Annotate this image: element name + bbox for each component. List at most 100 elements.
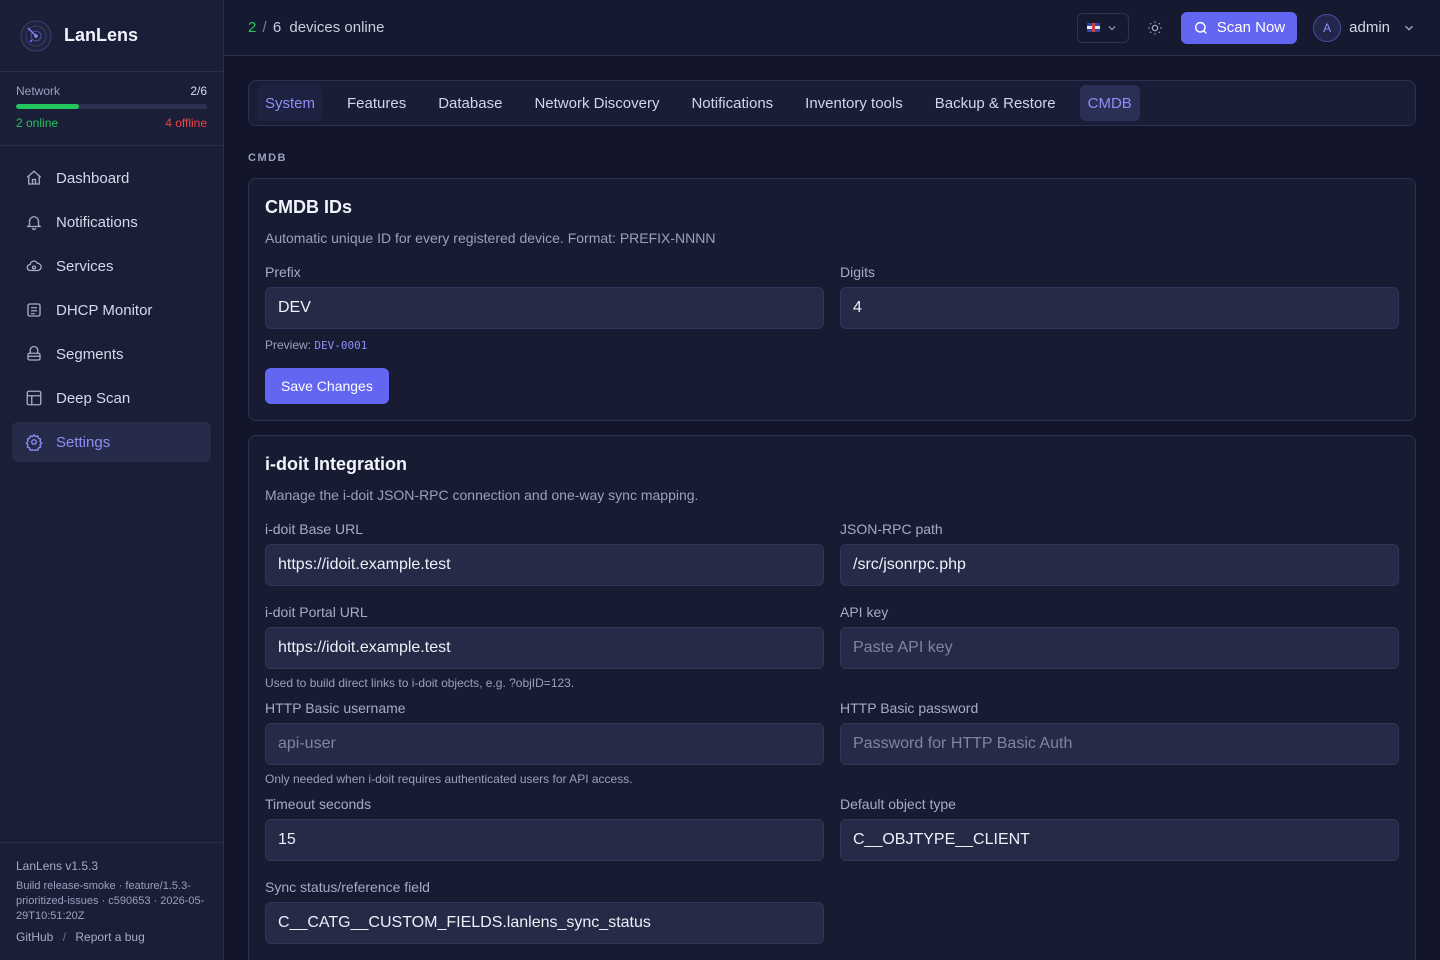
- preview-label: Preview:: [265, 338, 312, 352]
- network-count: 2/6: [190, 84, 207, 98]
- chevron-down-icon: [1108, 25, 1116, 30]
- card-title: CMDB IDs: [265, 197, 353, 217]
- tab-cmdb[interactable]: CMDB: [1079, 85, 1140, 121]
- save-changes-button[interactable]: Save Changes: [265, 368, 389, 404]
- timeout-input[interactable]: 15: [265, 819, 824, 861]
- language-selector[interactable]: [1076, 12, 1129, 43]
- card-description: Manage the i-doit JSON-RPC connection an…: [265, 487, 699, 503]
- cmdb-ids-card: CMDB IDs Automatic unique ID for every r…: [248, 178, 1416, 421]
- network-label: Network: [16, 84, 61, 98]
- online-devices-count: 2: [248, 19, 257, 36]
- sidebar-item-services[interactable]: Services: [12, 246, 211, 286]
- sidebar-item-label: Services: [56, 257, 114, 275]
- devices-online-status: 2 / 6 devices online: [248, 19, 1077, 36]
- sidebar-item-label: Dashboard: [56, 169, 130, 187]
- topbar: 2 / 6 devices online Scan Now A admin: [224, 0, 1440, 56]
- sidebar-item-segments[interactable]: Segments: [12, 334, 211, 374]
- search-icon: [1194, 21, 1207, 34]
- card-description: Automatic unique ID for every registered…: [265, 230, 716, 246]
- digits-label: Digits: [840, 264, 876, 280]
- tab-system[interactable]: System: [257, 85, 324, 121]
- network-summary: Network 2/6 2 online 4 offline: [0, 72, 223, 146]
- prefix-input[interactable]: DEV: [265, 287, 824, 329]
- app-name: LanLens: [64, 25, 139, 45]
- api-key-label: API key: [840, 604, 889, 620]
- online-count: 2 online: [16, 116, 59, 130]
- http-pass-input[interactable]: Password for HTTP Basic Auth: [840, 723, 1399, 765]
- timeout-field-group: Timeout seconds 15: [265, 796, 824, 861]
- portal-url-label: i-doit Portal URL: [265, 604, 368, 620]
- radar-logo-icon: [20, 20, 52, 51]
- http-user-input[interactable]: api-user: [265, 723, 824, 765]
- report-bug-link[interactable]: Report a bug: [75, 930, 144, 944]
- base-url-input[interactable]: https://idoit.example.test: [265, 544, 824, 586]
- portal-url-input[interactable]: https://idoit.example.test: [265, 627, 824, 669]
- user-menu[interactable]: A admin: [1313, 13, 1416, 42]
- object-type-input[interactable]: C__OBJTYPE__CLIENT: [840, 819, 1399, 861]
- sidebar-item-notifications[interactable]: Notifications: [12, 202, 211, 242]
- digits-field-group: Digits 4: [840, 264, 1399, 329]
- home-icon: [24, 168, 44, 188]
- theme-toggle[interactable]: [1143, 16, 1167, 40]
- rpc-path-input[interactable]: /src/jsonrpc.php: [840, 544, 1399, 586]
- card-title: i-doit Integration: [265, 454, 407, 474]
- idoit-integration-card: i-doit Integration Manage the i-doit JSO…: [248, 435, 1416, 960]
- deep-scan-icon: [24, 388, 44, 408]
- rpc-path-field-group: JSON-RPC path /src/jsonrpc.php: [840, 521, 1399, 586]
- portal-url-hint: Used to build direct links to i-doit obj…: [265, 676, 575, 690]
- offline-count: 4 offline: [165, 116, 207, 130]
- http-user-label: HTTP Basic username: [265, 700, 406, 716]
- section-label: CMDB: [248, 152, 287, 164]
- base-url-label: i-doit Base URL: [265, 521, 364, 537]
- segments-icon: [24, 344, 44, 364]
- footer-links: GitHub / Report a bug: [16, 930, 145, 944]
- sidebar-item-label: Deep Scan: [56, 389, 131, 407]
- sidebar-item-settings[interactable]: Settings: [12, 422, 211, 462]
- digits-input[interactable]: 4: [840, 287, 1399, 329]
- api-key-field-group: API key Paste API key: [840, 604, 1399, 690]
- scan-now-label: Scan Now: [1216, 19, 1286, 36]
- sync-field-group: Sync status/reference field C__CATG__CUS…: [265, 879, 824, 944]
- total-devices-count: 6: [272, 19, 282, 36]
- chevron-down-icon: [1405, 25, 1413, 31]
- tab-network-discovery[interactable]: Network Discovery: [526, 85, 667, 121]
- sidebar-item-label: Segments: [56, 345, 124, 363]
- brand[interactable]: LanLens: [0, 0, 223, 72]
- gear-icon: [24, 432, 44, 452]
- devices-online-label: devices online: [289, 19, 385, 36]
- scan-now-button[interactable]: Scan Now: [1180, 11, 1298, 44]
- sidebar-item-dashboard[interactable]: Dashboard: [12, 158, 211, 198]
- rpc-path-label: JSON-RPC path: [840, 521, 943, 537]
- api-key-input[interactable]: Paste API key: [840, 627, 1399, 669]
- prefix-field-group: Prefix DEV: [265, 264, 824, 329]
- http-pass-label: HTTP Basic password: [840, 700, 979, 716]
- sidebar-item-label: DHCP Monitor: [56, 301, 153, 319]
- avatar: A: [1313, 13, 1342, 42]
- tab-database[interactable]: Database: [430, 85, 510, 121]
- sidebar-item-deep-scan[interactable]: Deep Scan: [12, 378, 211, 418]
- object-type-label: Default object type: [840, 796, 956, 812]
- build-info: Build release-smoke · feature/1.5.3-prio…: [16, 880, 205, 922]
- timeout-label: Timeout seconds: [265, 796, 372, 812]
- sync-field-input[interactable]: C__CATG__CUSTOM_FIELDS.lanlens_sync_stat…: [265, 902, 824, 944]
- username: admin: [1349, 19, 1390, 36]
- http-pass-field-group: HTTP Basic password Password for HTTP Ba…: [840, 700, 1399, 786]
- tab-notifications[interactable]: Notifications: [683, 85, 781, 121]
- app-version: LanLens v1.5.3: [16, 859, 99, 873]
- http-user-field-group: HTTP Basic username api-user Only needed…: [265, 700, 824, 786]
- tab-inventory-tools[interactable]: Inventory tools: [797, 85, 911, 121]
- sidebar-item-dhcp-monitor[interactable]: DHCP Monitor: [12, 290, 211, 330]
- portal-url-field-group: i-doit Portal URL https://idoit.example.…: [265, 604, 824, 690]
- sidebar-item-label: Settings: [56, 433, 111, 451]
- base-url-field-group: i-doit Base URL https://idoit.example.te…: [265, 521, 824, 586]
- http-user-hint: Only needed when i-doit requires authent…: [265, 772, 633, 786]
- object-type-field-group: Default object type C__OBJTYPE__CLIENT: [840, 796, 1399, 861]
- status-separator: /: [262, 19, 267, 36]
- tab-backup-restore[interactable]: Backup & Restore: [927, 85, 1064, 121]
- id-preview: Preview: DEV-0001: [265, 338, 1399, 352]
- settings-tabs: System Features Database Network Discove…: [248, 80, 1416, 126]
- dhcp-icon: [24, 300, 44, 320]
- sync-field-label: Sync status/reference field: [265, 879, 430, 895]
- tab-features[interactable]: Features: [339, 85, 414, 121]
- github-link[interactable]: GitHub: [16, 930, 53, 944]
